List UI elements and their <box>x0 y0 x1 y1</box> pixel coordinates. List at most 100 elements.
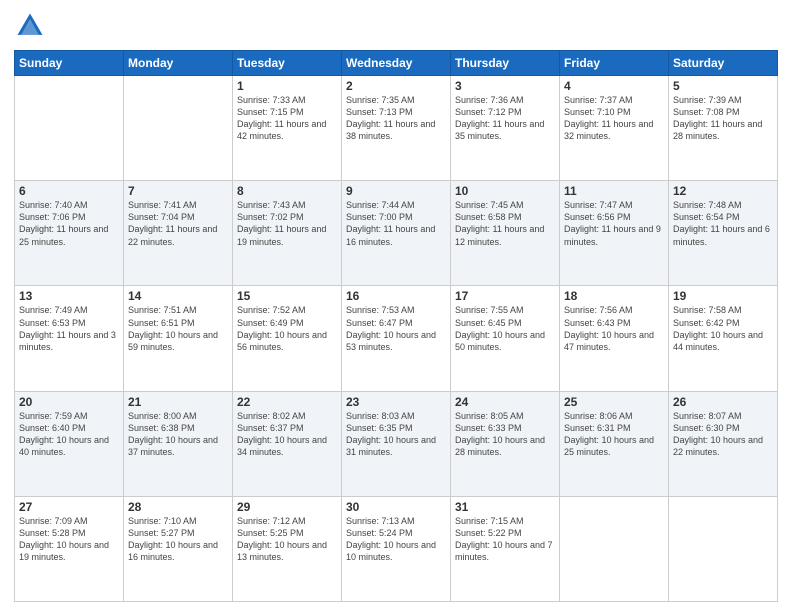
day-number: 2 <box>346 79 446 93</box>
day-info: Sunrise: 7:53 AM Sunset: 6:47 PM Dayligh… <box>346 304 446 353</box>
calendar-cell: 1Sunrise: 7:33 AM Sunset: 7:15 PM Daylig… <box>233 76 342 181</box>
calendar-cell: 25Sunrise: 8:06 AM Sunset: 6:31 PM Dayli… <box>560 391 669 496</box>
header <box>14 10 778 42</box>
calendar-header-cell: Saturday <box>669 51 778 76</box>
day-info: Sunrise: 7:41 AM Sunset: 7:04 PM Dayligh… <box>128 199 228 248</box>
day-number: 23 <box>346 395 446 409</box>
day-number: 5 <box>673 79 773 93</box>
day-info: Sunrise: 7:10 AM Sunset: 5:27 PM Dayligh… <box>128 515 228 564</box>
calendar-cell <box>15 76 124 181</box>
calendar-week-row: 1Sunrise: 7:33 AM Sunset: 7:15 PM Daylig… <box>15 76 778 181</box>
calendar-week-row: 20Sunrise: 7:59 AM Sunset: 6:40 PM Dayli… <box>15 391 778 496</box>
day-info: Sunrise: 7:47 AM Sunset: 6:56 PM Dayligh… <box>564 199 664 248</box>
calendar-cell: 9Sunrise: 7:44 AM Sunset: 7:00 PM Daylig… <box>342 181 451 286</box>
day-info: Sunrise: 7:55 AM Sunset: 6:45 PM Dayligh… <box>455 304 555 353</box>
day-number: 21 <box>128 395 228 409</box>
calendar-cell: 26Sunrise: 8:07 AM Sunset: 6:30 PM Dayli… <box>669 391 778 496</box>
logo-icon <box>14 10 46 42</box>
day-info: Sunrise: 7:48 AM Sunset: 6:54 PM Dayligh… <box>673 199 773 248</box>
day-number: 28 <box>128 500 228 514</box>
day-number: 9 <box>346 184 446 198</box>
day-info: Sunrise: 8:06 AM Sunset: 6:31 PM Dayligh… <box>564 410 664 459</box>
calendar-cell: 2Sunrise: 7:35 AM Sunset: 7:13 PM Daylig… <box>342 76 451 181</box>
calendar-cell: 22Sunrise: 8:02 AM Sunset: 6:37 PM Dayli… <box>233 391 342 496</box>
calendar-header-cell: Tuesday <box>233 51 342 76</box>
calendar-cell: 18Sunrise: 7:56 AM Sunset: 6:43 PM Dayli… <box>560 286 669 391</box>
day-info: Sunrise: 8:05 AM Sunset: 6:33 PM Dayligh… <box>455 410 555 459</box>
calendar-cell <box>124 76 233 181</box>
calendar-cell: 12Sunrise: 7:48 AM Sunset: 6:54 PM Dayli… <box>669 181 778 286</box>
day-number: 4 <box>564 79 664 93</box>
day-number: 20 <box>19 395 119 409</box>
day-number: 10 <box>455 184 555 198</box>
calendar-cell: 28Sunrise: 7:10 AM Sunset: 5:27 PM Dayli… <box>124 496 233 601</box>
day-info: Sunrise: 7:35 AM Sunset: 7:13 PM Dayligh… <box>346 94 446 143</box>
calendar-cell: 13Sunrise: 7:49 AM Sunset: 6:53 PM Dayli… <box>15 286 124 391</box>
day-info: Sunrise: 7:37 AM Sunset: 7:10 PM Dayligh… <box>564 94 664 143</box>
calendar-header-cell: Wednesday <box>342 51 451 76</box>
day-info: Sunrise: 8:02 AM Sunset: 6:37 PM Dayligh… <box>237 410 337 459</box>
day-info: Sunrise: 7:45 AM Sunset: 6:58 PM Dayligh… <box>455 199 555 248</box>
calendar-cell: 29Sunrise: 7:12 AM Sunset: 5:25 PM Dayli… <box>233 496 342 601</box>
day-info: Sunrise: 8:00 AM Sunset: 6:38 PM Dayligh… <box>128 410 228 459</box>
page: SundayMondayTuesdayWednesdayThursdayFrid… <box>0 0 792 612</box>
calendar-table: SundayMondayTuesdayWednesdayThursdayFrid… <box>14 50 778 602</box>
day-number: 8 <box>237 184 337 198</box>
calendar-header-cell: Friday <box>560 51 669 76</box>
calendar-week-row: 27Sunrise: 7:09 AM Sunset: 5:28 PM Dayli… <box>15 496 778 601</box>
day-number: 6 <box>19 184 119 198</box>
day-number: 19 <box>673 289 773 303</box>
day-info: Sunrise: 7:59 AM Sunset: 6:40 PM Dayligh… <box>19 410 119 459</box>
calendar-cell: 5Sunrise: 7:39 AM Sunset: 7:08 PM Daylig… <box>669 76 778 181</box>
calendar-cell: 14Sunrise: 7:51 AM Sunset: 6:51 PM Dayli… <box>124 286 233 391</box>
calendar-cell: 20Sunrise: 7:59 AM Sunset: 6:40 PM Dayli… <box>15 391 124 496</box>
calendar-cell: 24Sunrise: 8:05 AM Sunset: 6:33 PM Dayli… <box>451 391 560 496</box>
calendar-cell: 30Sunrise: 7:13 AM Sunset: 5:24 PM Dayli… <box>342 496 451 601</box>
day-number: 17 <box>455 289 555 303</box>
calendar-cell: 15Sunrise: 7:52 AM Sunset: 6:49 PM Dayli… <box>233 286 342 391</box>
calendar-header-row: SundayMondayTuesdayWednesdayThursdayFrid… <box>15 51 778 76</box>
calendar-cell: 4Sunrise: 7:37 AM Sunset: 7:10 PM Daylig… <box>560 76 669 181</box>
day-info: Sunrise: 8:07 AM Sunset: 6:30 PM Dayligh… <box>673 410 773 459</box>
calendar-cell: 31Sunrise: 7:15 AM Sunset: 5:22 PM Dayli… <box>451 496 560 601</box>
calendar-cell: 10Sunrise: 7:45 AM Sunset: 6:58 PM Dayli… <box>451 181 560 286</box>
day-number: 22 <box>237 395 337 409</box>
calendar-cell: 7Sunrise: 7:41 AM Sunset: 7:04 PM Daylig… <box>124 181 233 286</box>
calendar-cell: 16Sunrise: 7:53 AM Sunset: 6:47 PM Dayli… <box>342 286 451 391</box>
day-info: Sunrise: 7:09 AM Sunset: 5:28 PM Dayligh… <box>19 515 119 564</box>
calendar-body: 1Sunrise: 7:33 AM Sunset: 7:15 PM Daylig… <box>15 76 778 602</box>
day-number: 24 <box>455 395 555 409</box>
calendar-cell: 17Sunrise: 7:55 AM Sunset: 6:45 PM Dayli… <box>451 286 560 391</box>
day-number: 31 <box>455 500 555 514</box>
calendar-cell: 6Sunrise: 7:40 AM Sunset: 7:06 PM Daylig… <box>15 181 124 286</box>
day-info: Sunrise: 8:03 AM Sunset: 6:35 PM Dayligh… <box>346 410 446 459</box>
day-info: Sunrise: 7:40 AM Sunset: 7:06 PM Dayligh… <box>19 199 119 248</box>
calendar-week-row: 6Sunrise: 7:40 AM Sunset: 7:06 PM Daylig… <box>15 181 778 286</box>
day-number: 18 <box>564 289 664 303</box>
day-info: Sunrise: 7:51 AM Sunset: 6:51 PM Dayligh… <box>128 304 228 353</box>
day-info: Sunrise: 7:39 AM Sunset: 7:08 PM Dayligh… <box>673 94 773 143</box>
calendar-cell <box>560 496 669 601</box>
day-number: 7 <box>128 184 228 198</box>
calendar-cell <box>669 496 778 601</box>
day-info: Sunrise: 7:58 AM Sunset: 6:42 PM Dayligh… <box>673 304 773 353</box>
day-number: 15 <box>237 289 337 303</box>
day-info: Sunrise: 7:56 AM Sunset: 6:43 PM Dayligh… <box>564 304 664 353</box>
day-number: 29 <box>237 500 337 514</box>
day-info: Sunrise: 7:33 AM Sunset: 7:15 PM Dayligh… <box>237 94 337 143</box>
calendar-cell: 23Sunrise: 8:03 AM Sunset: 6:35 PM Dayli… <box>342 391 451 496</box>
day-info: Sunrise: 7:12 AM Sunset: 5:25 PM Dayligh… <box>237 515 337 564</box>
day-number: 1 <box>237 79 337 93</box>
calendar-week-row: 13Sunrise: 7:49 AM Sunset: 6:53 PM Dayli… <box>15 286 778 391</box>
day-number: 26 <box>673 395 773 409</box>
logo <box>14 10 50 42</box>
day-number: 3 <box>455 79 555 93</box>
calendar-cell: 8Sunrise: 7:43 AM Sunset: 7:02 PM Daylig… <box>233 181 342 286</box>
day-number: 16 <box>346 289 446 303</box>
day-info: Sunrise: 7:52 AM Sunset: 6:49 PM Dayligh… <box>237 304 337 353</box>
calendar-header-cell: Thursday <box>451 51 560 76</box>
day-info: Sunrise: 7:36 AM Sunset: 7:12 PM Dayligh… <box>455 94 555 143</box>
day-info: Sunrise: 7:43 AM Sunset: 7:02 PM Dayligh… <box>237 199 337 248</box>
day-number: 30 <box>346 500 446 514</box>
calendar-cell: 3Sunrise: 7:36 AM Sunset: 7:12 PM Daylig… <box>451 76 560 181</box>
